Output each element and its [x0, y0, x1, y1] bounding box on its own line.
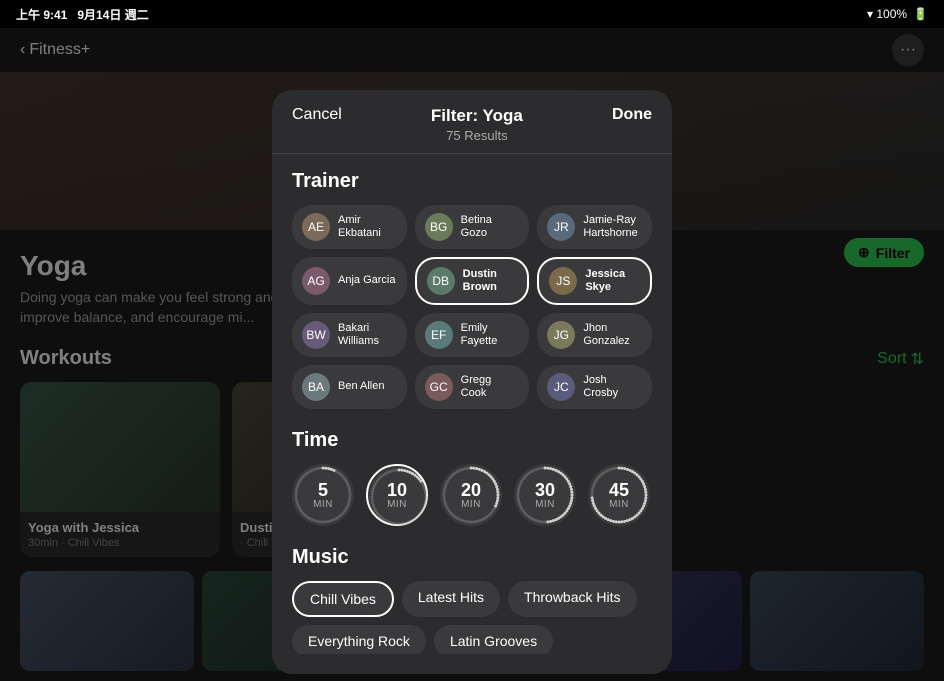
- cancel-button[interactable]: Cancel: [292, 106, 342, 124]
- trainer-item[interactable]: JR Jamie-Ray Hartshorne: [537, 205, 652, 249]
- trainer-item[interactable]: JC Josh Crosby: [537, 365, 652, 409]
- trainer-avatar: JS: [549, 267, 577, 295]
- time-circle[interactable]: 30MIN: [514, 464, 576, 526]
- time-circle[interactable]: 45MIN: [588, 464, 650, 526]
- trainer-avatar: DB: [427, 267, 455, 295]
- trainer-name: Betina Gozo: [461, 214, 520, 240]
- trainer-avatar: BA: [302, 373, 330, 401]
- trainer-name: Josh Crosby: [583, 374, 642, 400]
- trainer-avatar: JG: [547, 321, 575, 349]
- trainer-avatar: EF: [425, 321, 453, 349]
- time-section-label: Time: [292, 429, 652, 452]
- modal-body: Trainer AE Amir Ekbatani BG Betina Gozo JR Ja…: [272, 154, 672, 654]
- music-tag[interactable]: Latest Hits: [402, 581, 500, 617]
- trainer-item[interactable]: BA Ben Allen: [292, 365, 407, 409]
- status-time: 上午 9:41 9月14日 週二: [16, 6, 149, 23]
- filter-modal: Cancel Filter: Yoga 75 Results Done Trai…: [272, 90, 672, 674]
- trainer-item[interactable]: EF Emily Fayette: [415, 313, 530, 357]
- time-circles: 5MIN10MIN20MIN30MIN45MIN: [292, 464, 652, 526]
- trainer-item[interactable]: AE Amir Ekbatani: [292, 205, 407, 249]
- trainer-name: Jamie-Ray Hartshorne: [583, 214, 642, 240]
- wifi-icon: ▾ 100%: [867, 7, 907, 21]
- trainer-avatar: GC: [425, 373, 453, 401]
- music-grid: Chill VibesLatest HitsThrowback Hits Ever…: [292, 581, 652, 654]
- time-circle[interactable]: 10MIN: [366, 464, 428, 526]
- trainer-name: Anja Garcia: [338, 274, 395, 287]
- time-circle[interactable]: 20MIN: [440, 464, 502, 526]
- battery-icon: 🔋: [913, 7, 928, 21]
- music-section-label: Music: [292, 546, 652, 569]
- music-tag[interactable]: Latin Grooves: [434, 625, 553, 654]
- trainer-item[interactable]: GC Gregg Cook: [415, 365, 530, 409]
- trainer-item[interactable]: JG Jhon Gonzalez: [537, 313, 652, 357]
- trainer-item[interactable]: BG Betina Gozo: [415, 205, 530, 249]
- trainer-name: Dustin Brown: [463, 268, 518, 294]
- trainer-name: Jhon Gonzalez: [583, 322, 642, 348]
- status-icons: ▾ 100% 🔋: [867, 7, 928, 21]
- music-tag[interactable]: Throwback Hits: [508, 581, 636, 617]
- trainer-avatar: JC: [547, 373, 575, 401]
- trainer-name: Bakari Williams: [338, 322, 397, 348]
- trainer-name: Ben Allen: [338, 380, 384, 393]
- trainer-avatar: AG: [302, 267, 330, 295]
- trainer-name: Jessica Skye: [585, 268, 640, 294]
- music-tag[interactable]: Everything Rock: [292, 625, 426, 654]
- modal-subtitle: 75 Results: [431, 128, 523, 143]
- time-circle[interactable]: 5MIN: [292, 464, 354, 526]
- trainer-name: Emily Fayette: [461, 322, 520, 348]
- music-tag[interactable]: Chill Vibes: [292, 581, 394, 617]
- trainer-grid: AE Amir Ekbatani BG Betina Gozo JR Jamie-Ray …: [292, 205, 652, 409]
- modal-header: Cancel Filter: Yoga 75 Results Done: [272, 90, 672, 154]
- done-button[interactable]: Done: [612, 106, 652, 124]
- trainer-item[interactable]: DB Dustin Brown: [415, 257, 530, 305]
- trainer-item[interactable]: JS Jessica Skye: [537, 257, 652, 305]
- trainer-avatar: BW: [302, 321, 330, 349]
- status-bar: 上午 9:41 9月14日 週二 ▾ 100% 🔋: [0, 0, 944, 28]
- modal-title-area: Filter: Yoga 75 Results: [431, 106, 523, 143]
- trainer-avatar: JR: [547, 213, 575, 241]
- trainer-item[interactable]: BW Bakari Williams: [292, 313, 407, 357]
- trainer-name: Gregg Cook: [461, 374, 520, 400]
- trainer-avatar: BG: [425, 213, 453, 241]
- trainer-avatar: AE: [302, 213, 330, 241]
- modal-title: Filter: Yoga: [431, 106, 523, 126]
- trainer-item[interactable]: AG Anja Garcia: [292, 257, 407, 305]
- trainer-section-label: Trainer: [292, 170, 652, 193]
- trainer-name: Amir Ekbatani: [338, 214, 397, 240]
